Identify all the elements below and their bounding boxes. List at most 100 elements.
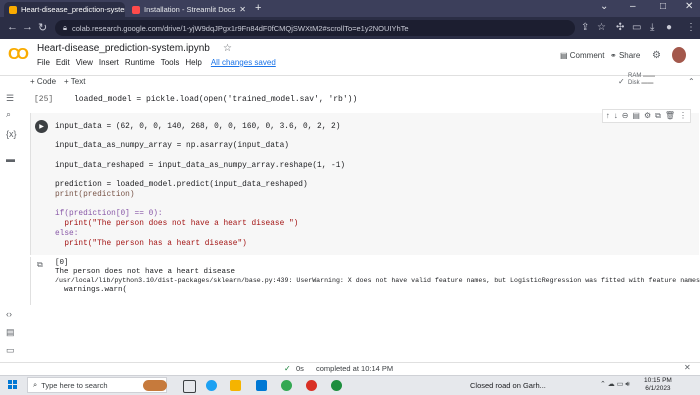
settings-gear-icon[interactable]: ⚙ [644, 111, 651, 121]
code-line[interactable]: input_data = (62, 0, 0, 140, 268, 0, 0, … [55, 123, 340, 131]
avatar[interactable] [672, 47, 686, 63]
code-line[interactable]: print("The person does not have a heart … [55, 220, 298, 228]
extensions-icon[interactable]: ✣ [616, 22, 624, 33]
command-palette-icon[interactable]: ▤ [6, 327, 15, 338]
menu-help[interactable]: Help [185, 58, 201, 67]
task-view-icon[interactable] [183, 380, 196, 393]
variables-icon[interactable]: {x} [6, 129, 17, 139]
add-code-button[interactable]: + Code [30, 77, 56, 86]
menu-tools[interactable]: Tools [161, 58, 180, 67]
tab-search-icon[interactable]: ⌄ [600, 1, 608, 12]
code-line[interactable]: input_data_as_numpy_array = np.asarray(i… [55, 142, 289, 150]
chevron-up-icon[interactable]: ⌃ [688, 77, 695, 86]
colab-favicon-icon [9, 5, 17, 14]
bookmark-star-icon[interactable]: ☆ [597, 22, 606, 33]
back-icon[interactable]: ← [7, 21, 18, 33]
ram-disk-indicator[interactable]: RAM ▬▬ Disk ▬▬ [628, 73, 655, 87]
chrome-icon[interactable] [281, 380, 292, 391]
system-tray-icons[interactable]: ⌃ ☁ ▭ 🔊︎ [600, 380, 630, 389]
output-line: warnings.warn( [55, 286, 128, 294]
menu-file[interactable]: File [37, 58, 50, 67]
search-icon[interactable]: ⌕ [6, 109, 11, 120]
output-line: The person does not have a heart disease [55, 268, 236, 276]
status-bar: ✓ 0s completed at 10:14 PM ✕ [0, 362, 700, 376]
mirror-cell-icon[interactable]: ⧉ [655, 111, 661, 121]
tab-streamlit[interactable]: Installation - Streamlit Docs ✕ [127, 2, 251, 17]
code-line[interactable]: print(prediction) [55, 191, 135, 199]
menu-edit[interactable]: Edit [56, 58, 70, 67]
toc-icon[interactable]: ☰ [6, 93, 14, 104]
terminal-icon[interactable]: ▭ [6, 345, 15, 356]
sidebar-icon[interactable]: ▭ [632, 22, 641, 33]
run-cell-button[interactable]: ▶ [35, 120, 48, 133]
share-icon: ⚭ [610, 51, 619, 60]
link-icon[interactable]: ⊖ [622, 111, 629, 121]
file-explorer-icon[interactable] [230, 380, 241, 391]
output-line: [0] [55, 259, 69, 267]
clear-output-icon[interactable]: ⧉ [37, 260, 43, 270]
minimize-button[interactable]: – [630, 1, 636, 12]
cell-toolbar: ↑ ↓ ⊖ ▤ ⚙ ⧉ 🗑︎ ⋮ [601, 109, 691, 123]
code-line[interactable]: prediction = loaded_model.predict(input_… [55, 181, 308, 189]
weather-news-widget[interactable]: Closed road on Garh... [470, 381, 546, 390]
download-icon[interactable]: ⤓ [650, 22, 654, 33]
code-line[interactable]: print("The person has a heart disease") [55, 240, 247, 248]
save-status-link[interactable]: All changes saved [211, 58, 276, 67]
windows-start-icon[interactable] [8, 380, 18, 390]
edge-browser-icon[interactable] [206, 380, 217, 391]
code-line[interactable]: loaded_model = pickle.load(open('trained… [74, 95, 357, 104]
execution-time: 0s [296, 364, 304, 373]
more-options-icon[interactable]: ⋮ [679, 111, 687, 121]
menu-view[interactable]: View [76, 58, 93, 67]
browser-menu-icon[interactable]: ⋮ [686, 22, 696, 33]
menu-runtime[interactable]: Runtime [125, 58, 155, 67]
clock[interactable]: 10:15 PM 6/1/2023 [644, 377, 672, 393]
streamlit-favicon-icon [132, 5, 140, 14]
code-line[interactable]: if(prediction[0] == 0): [55, 210, 163, 218]
close-window-button[interactable]: ✕ [685, 1, 693, 12]
forward-icon[interactable]: → [22, 21, 33, 33]
search-icon: ⌕ [33, 380, 38, 389]
delete-icon[interactable]: 🗑︎ [665, 111, 675, 121]
maximize-button[interactable]: □ [660, 1, 666, 12]
connect-check-icon[interactable]: ✓ [618, 77, 625, 86]
colab-logo-icon[interactable]: CO [8, 46, 29, 64]
new-tab-button[interactable]: + [255, 2, 261, 14]
move-up-icon[interactable]: ↑ [606, 111, 610, 121]
tab-label: Heart-disease_prediction-system [21, 5, 125, 14]
settings-gear-icon[interactable]: ⚙ [652, 50, 661, 61]
comment-icon[interactable]: ▤ [632, 111, 640, 121]
files-folder-icon[interactable]: ▬ [6, 154, 15, 164]
code-cell[interactable]: [25] loaded_model = pickle.load(open('tr… [22, 92, 700, 109]
add-text-button[interactable]: + Text [64, 77, 85, 86]
address-bar-row: ← → ↻ 🔒︎ colab.research.google.com/drive… [0, 17, 700, 39]
app-icon[interactable] [306, 380, 317, 391]
close-tab-icon[interactable]: ✕ [235, 5, 246, 14]
reload-icon[interactable]: ↻ [38, 21, 47, 34]
cell-output: ⧉ [0] The person does not have a heart d… [30, 257, 700, 305]
star-notebook-icon[interactable]: ☆ [223, 43, 232, 54]
active-code-cell[interactable]: ▶ ↑ ↓ ⊖ ▤ ⚙ ⧉ 🗑︎ ⋮ input_data = (62, 0, … [30, 109, 699, 255]
move-down-icon[interactable]: ↓ [614, 111, 618, 121]
mail-icon[interactable] [256, 380, 267, 391]
url-input[interactable]: 🔒︎ colab.research.google.com/drive/1-yjW… [55, 20, 575, 36]
app-icon[interactable] [331, 380, 342, 391]
search-placeholder: Type here to search [41, 380, 108, 390]
close-icon[interactable]: ✕ [684, 363, 691, 372]
menu-insert[interactable]: Insert [99, 58, 119, 67]
colab-header: CO Heart-disease_prediction-system.ipynb… [0, 39, 700, 76]
search-highlight-icon[interactable] [143, 380, 167, 391]
code-snippets-icon[interactable]: ‹› [6, 309, 12, 319]
play-icon: ▶ [39, 124, 44, 130]
tab-colab[interactable]: Heart-disease_prediction-system ✕ [4, 2, 125, 17]
comment-button[interactable]: ▤ Comment [560, 51, 604, 60]
code-line[interactable]: input_data_reshaped = input_data_as_nump… [55, 162, 345, 170]
share-page-icon[interactable]: ⇪ [581, 22, 589, 33]
menu-bar: File Edit View Insert Runtime Tools Help… [37, 58, 276, 67]
tab-label: Installation - Streamlit Docs [144, 5, 236, 14]
profile-icon[interactable]: ● [666, 22, 672, 33]
notebook-title[interactable]: Heart-disease_prediction-system.ipynb [37, 43, 210, 54]
completion-status: completed at 10:14 PM [316, 364, 394, 373]
code-line[interactable]: else: [55, 230, 78, 238]
share-button[interactable]: ⚭ Share [610, 51, 640, 60]
